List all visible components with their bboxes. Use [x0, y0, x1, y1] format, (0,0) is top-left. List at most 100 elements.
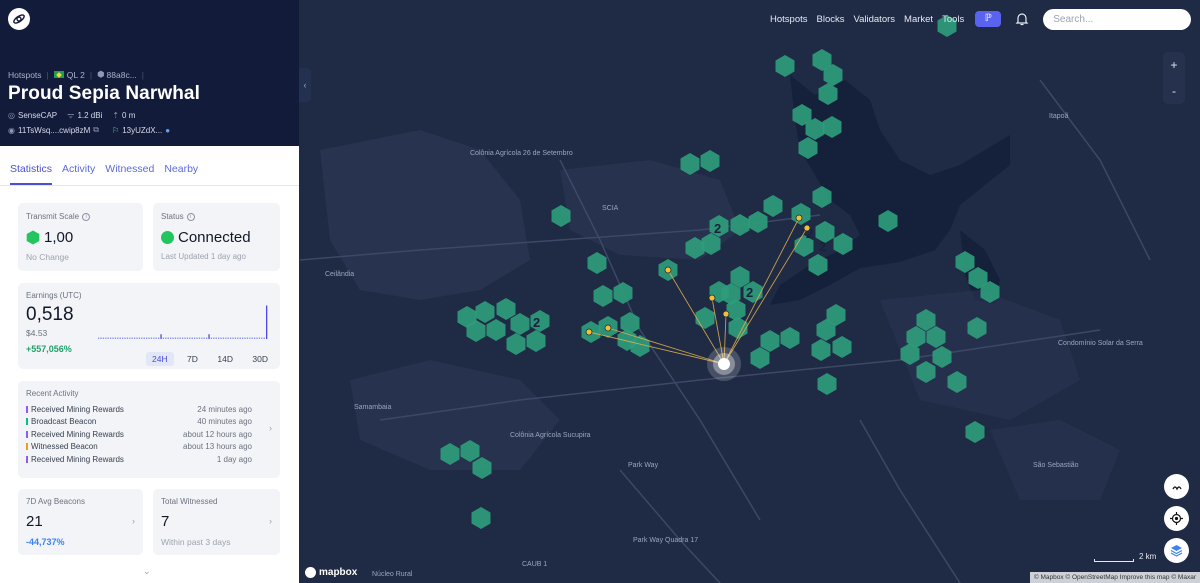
hotspot-hex[interactable] — [791, 203, 811, 225]
chevron-down-icon[interactable]: ⌄ — [143, 566, 151, 577]
range-7d-button[interactable]: 7D — [181, 352, 204, 366]
hotspot-hex[interactable] — [496, 298, 516, 320]
breadcrumb-hotspots[interactable]: Hotspots — [8, 70, 42, 80]
wallet-pill-button[interactable]: ℙ — [975, 11, 1002, 27]
hotspot-hex[interactable] — [486, 319, 506, 341]
range-14d-button[interactable]: 14D — [211, 352, 239, 366]
range-24h-button[interactable]: 24H — [145, 352, 174, 366]
helium-logo-icon[interactable] — [8, 8, 30, 30]
hotspot-hex[interactable] — [526, 330, 546, 352]
hotspot-hex[interactable] — [811, 339, 831, 361]
hotspot-hex[interactable] — [620, 312, 640, 334]
chevron-right-icon[interactable]: › — [132, 516, 135, 526]
activity-type-indicator — [26, 418, 28, 426]
owner-address[interactable]: 11TsWsq....cwip8zM — [18, 126, 90, 135]
scale-label: 2 km — [1139, 552, 1157, 561]
hotspot-hex[interactable] — [593, 285, 613, 307]
bell-icon[interactable] — [1015, 12, 1029, 26]
hotspot-hex[interactable] — [510, 313, 530, 335]
hotspot-hex[interactable] — [965, 421, 985, 443]
tab-statistics[interactable]: Statistics — [10, 163, 53, 185]
earnings-bar — [256, 337, 258, 339]
wallet-icon: ◉ — [8, 125, 15, 135]
range-30d-button[interactable]: 30D — [246, 352, 274, 366]
earnings-bar — [124, 337, 126, 339]
locate-button[interactable] — [1164, 506, 1189, 531]
hotspot-hex[interactable] — [471, 507, 491, 529]
recent-activity-card[interactable]: Recent Activity Received Mining Rewards 2… — [18, 381, 280, 478]
avg-beacons-card[interactable]: 7D Avg Beacons 21 -44,737% › — [18, 489, 143, 555]
earnings-bar — [160, 334, 162, 339]
witness-marker[interactable] — [664, 266, 672, 274]
hotspot-hex[interactable] — [775, 55, 795, 77]
chevron-right-icon[interactable]: › — [269, 423, 272, 433]
map-attribution[interactable]: © Mapbox © OpenStreetMap Improve this ma… — [1029, 572, 1200, 583]
breadcrumb-hex[interactable]: 88a8c... — [107, 70, 137, 80]
earnings-bar — [194, 337, 196, 339]
status-card: Status i Connected Last Updated 1 day ago — [153, 203, 280, 271]
chevron-right-icon[interactable]: › — [269, 516, 272, 526]
nav-blocks[interactable]: Blocks — [817, 14, 845, 25]
hotspot-hex[interactable] — [475, 301, 495, 323]
activity-item[interactable]: Broadcast Beacon 40 minutes ago — [26, 416, 252, 429]
total-witnessed-card[interactable]: Total Witnessed 7 Within past 3 days › — [153, 489, 280, 555]
hotspot-hex[interactable] — [748, 211, 768, 233]
antenna-icon: ᯤ — [67, 111, 75, 120]
earnings-bar — [234, 337, 237, 339]
nav-tools[interactable]: Tools — [942, 14, 964, 25]
tab-activity[interactable]: Activity — [62, 163, 95, 185]
hotspot-hex[interactable] — [832, 336, 852, 358]
hotspot-hex[interactable] — [780, 327, 800, 349]
hotspot-hex[interactable] — [613, 282, 633, 304]
nav-validators[interactable]: Validators — [853, 14, 895, 25]
activity-type-indicator — [26, 455, 28, 463]
hotspot-hex[interactable] — [700, 150, 720, 172]
witness-marker[interactable] — [722, 310, 730, 318]
search-input[interactable] — [1043, 8, 1192, 30]
hotspot-hex[interactable] — [817, 373, 837, 395]
witness-marker[interactable] — [585, 328, 593, 336]
nav-market[interactable]: Market — [904, 14, 933, 25]
place-label: Park Way — [628, 462, 659, 469]
tab-nearby[interactable]: Nearby — [164, 163, 198, 185]
activity-type-indicator — [26, 430, 28, 438]
zoom-in-button[interactable]: + — [1163, 52, 1185, 78]
hotspot-hex[interactable] — [760, 330, 780, 352]
witness-marker[interactable] — [795, 214, 803, 222]
earnings-bar — [186, 337, 189, 339]
layers-button[interactable] — [1164, 538, 1189, 563]
hotspot-hex[interactable] — [728, 317, 748, 339]
earnings-bar — [215, 337, 217, 339]
collapse-sidebar-button[interactable]: ‹ — [299, 68, 311, 102]
earnings-bar — [198, 337, 201, 339]
activity-item[interactable]: Received Mining Rewards about 12 hours ag… — [26, 428, 252, 441]
copy-icon[interactable]: ⧉ — [93, 125, 99, 135]
breadcrumb: Hotspots | QL 2 | ⬢ 88a8c... | — [8, 69, 144, 80]
activity-item[interactable]: Received Mining Rewards 1 day ago — [26, 453, 252, 466]
hotspot-hex[interactable] — [695, 307, 715, 329]
location-address[interactable]: 13yUZdX... — [122, 126, 162, 135]
zoom-out-button[interactable]: - — [1163, 78, 1185, 104]
total-witnessed-label: Total Witnessed — [161, 497, 218, 506]
activity-item[interactable]: Witnessed Beacon about 13 hours ago — [26, 441, 252, 454]
selected-hotspot-marker[interactable] — [718, 358, 730, 370]
place-label: Condomínio Solar da Serra — [1058, 340, 1143, 347]
tab-witnessed[interactable]: Witnessed — [105, 163, 154, 185]
witness-marker[interactable] — [604, 324, 612, 332]
hotspot-name: Proud Sepia Narwhal — [8, 83, 200, 104]
hotspot-hex[interactable] — [750, 347, 770, 369]
witness-marker[interactable] — [803, 224, 811, 232]
translate-button[interactable] — [1164, 474, 1189, 499]
hotspot-accounts: ◉ 11TsWsq....cwip8zM ⧉ ⚐ 13yUZdX... ● — [8, 125, 173, 135]
translate-icon — [1171, 485, 1182, 490]
nav-hotspots[interactable]: Hotspots — [770, 14, 808, 25]
earnings-bar — [126, 337, 129, 339]
activity-item[interactable]: Received Mining Rewards 24 minutes ago — [26, 403, 252, 416]
hex-count-label: 2 — [533, 315, 540, 330]
witness-marker[interactable] — [708, 294, 716, 302]
earnings-bar — [141, 337, 143, 339]
hotspot-hex[interactable] — [506, 333, 526, 355]
place-label: Itapoã — [1049, 113, 1069, 120]
hotspot-hex[interactable] — [763, 195, 783, 217]
hotspot-hex[interactable] — [587, 252, 607, 274]
